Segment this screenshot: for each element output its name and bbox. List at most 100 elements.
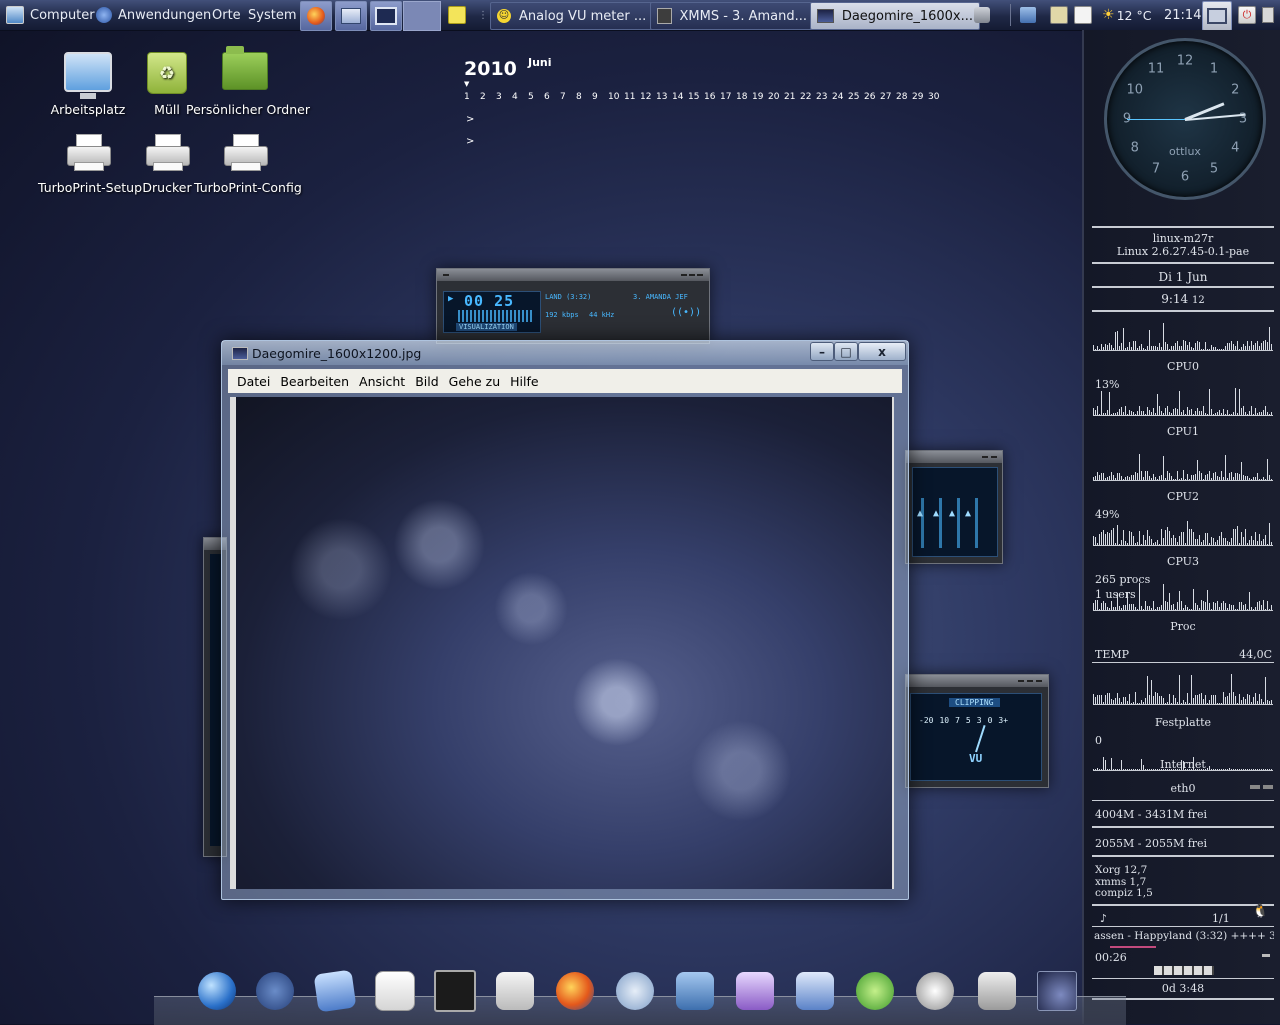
text-editor-icon (1074, 6, 1092, 24)
desktop-icon-arbeitsplatz[interactable]: Arbeitsplatz (50, 52, 126, 117)
dock-gimp[interactable] (914, 970, 956, 1012)
dock-media[interactable] (976, 970, 1018, 1012)
menu-orte[interactable]: Orte (212, 0, 241, 30)
graph-bar (1243, 697, 1244, 704)
image-canvas[interactable] (230, 397, 894, 889)
show-desktop-button[interactable] (370, 1, 402, 31)
close-button[interactable]: x (858, 342, 906, 361)
vu-meter-titlebar[interactable] (906, 675, 1048, 687)
graph-bar (1135, 472, 1136, 480)
graph-bar (1195, 474, 1196, 480)
graph-bar (1213, 695, 1214, 704)
xmms-equalizer-window[interactable]: ▲▲▲▲ (905, 450, 1003, 564)
desktop-icon-turboprint-setup[interactable]: TurboPrint-Setup (38, 134, 142, 195)
workspace-switcher[interactable] (403, 1, 441, 31)
menu-anwendungen[interactable]: Anwendungen (96, 0, 211, 30)
tray-editor-applet[interactable] (1074, 0, 1098, 30)
graph-bar (1223, 409, 1224, 415)
menu-hilfe[interactable]: Hilfe (510, 374, 538, 389)
xmms-window[interactable]: 00 25 ▶ VISUALIZATION LAND (3:32) 3. AMA… (436, 268, 710, 344)
xmms-titlebar[interactable] (437, 269, 709, 281)
graph-bar (1145, 414, 1146, 415)
dock-network[interactable] (674, 970, 716, 1012)
dock-music[interactable] (614, 970, 656, 1012)
graph-bar (1205, 475, 1206, 480)
graph-bar (1181, 601, 1182, 610)
task-image-viewer[interactable]: Daegomire_1600x... (810, 2, 980, 30)
menu-ansicht[interactable]: Ansicht (359, 374, 405, 389)
tray-extra-applet[interactable] (1262, 0, 1274, 30)
graph-bar (1159, 607, 1160, 610)
graph-bar (1251, 702, 1252, 704)
graph-bar (1137, 609, 1138, 610)
maximize-button[interactable]: □ (834, 342, 858, 361)
dock-presentation[interactable] (734, 970, 776, 1012)
dock-settings[interactable] (494, 970, 536, 1012)
dock-browser-globe[interactable] (196, 970, 238, 1012)
desktop-icon-drucker[interactable]: Drucker (140, 134, 194, 195)
weather-applet[interactable]: ☀ 12 °C (1102, 0, 1151, 30)
clock-number: 12 (1176, 53, 1194, 69)
dock-home[interactable] (254, 970, 296, 1012)
calendar-day: 8 (576, 92, 582, 102)
logout-icon: ⏻ (1238, 6, 1256, 24)
dock-chat[interactable] (854, 970, 896, 1012)
desktop-icon-persoenlicher-ordner[interactable]: Persönlicher Ordner (186, 46, 310, 117)
logout-applet[interactable]: ⏻ (1238, 0, 1262, 30)
dock-mail[interactable] (313, 969, 357, 1013)
top-process: Xorg 12,7 (1095, 864, 1148, 876)
firefox-launcher-button[interactable] (300, 1, 332, 31)
calendar-day: 13 (656, 92, 668, 102)
dock-firefox[interactable] (554, 970, 596, 1012)
graph-bar (1135, 692, 1136, 704)
show-desktop-right-button[interactable] (1202, 1, 1232, 31)
menu-bearbeiten[interactable]: Bearbeiten (280, 374, 349, 389)
graph-bar (1105, 534, 1106, 545)
net-toggle-icon[interactable] (1250, 785, 1260, 789)
graph-bar (1151, 539, 1152, 545)
menu-datei[interactable]: Datei (237, 374, 270, 389)
tray-kde-applet[interactable] (1020, 0, 1042, 30)
desktop-icon-turboprint-config[interactable]: TurboPrint-Config (194, 134, 302, 195)
file-manager-launcher-button[interactable] (335, 1, 367, 31)
volume-applet[interactable] (974, 0, 996, 30)
graph-bar (1197, 341, 1198, 350)
dock-image-viewer[interactable] (1036, 970, 1078, 1012)
dock-writer[interactable] (794, 970, 836, 1012)
desktop-icon-label: Arbeitsplatz (50, 102, 126, 117)
clock-number: 1 (1209, 61, 1219, 77)
vu-meter-window[interactable]: CLIPPING -20 10 7 5 3 0 3+ VU (905, 674, 1049, 788)
menu-bild[interactable]: Bild (415, 374, 438, 389)
graph-bar (1197, 460, 1198, 480)
calendar-day: 23 (816, 92, 828, 102)
graph-bar (1233, 529, 1234, 545)
clock-applet[interactable]: 21:14 (1164, 0, 1201, 30)
graph-bar (1129, 477, 1130, 480)
graph-bar (1239, 602, 1240, 610)
minimize-button[interactable]: – (810, 342, 834, 361)
task-xmms[interactable]: XMMS - 3. Amand... (650, 2, 814, 30)
hostname: linux-m27r (1152, 232, 1214, 245)
graph-bar (1199, 694, 1200, 704)
image-viewer-window[interactable]: Daegomire_1600x1200.jpg – □ x Datei Bear… (221, 340, 909, 900)
graph-bar (1123, 479, 1124, 480)
image-viewer-titlebar[interactable]: Daegomire_1600x1200.jpg (222, 341, 908, 365)
graph-bar (1101, 695, 1102, 704)
trash-icon: ♻ (147, 52, 187, 94)
task-vu-meter[interactable]: ☺ Analog VU meter ... (490, 2, 654, 30)
tray-monitor-applet[interactable] (1050, 0, 1074, 30)
dock-text-editor[interactable] (374, 970, 416, 1012)
equalizer-sliders[interactable]: ▲▲▲▲ (912, 467, 998, 557)
notes-applet[interactable] (448, 0, 472, 30)
player-controls[interactable] (1154, 966, 1214, 975)
graph-bar (1241, 347, 1242, 350)
net-toggle-icon[interactable] (1263, 785, 1273, 789)
graph-bar (1269, 327, 1270, 350)
equalizer-titlebar[interactable] (906, 451, 1002, 463)
menu-gehe-zu[interactable]: Gehe zu (449, 374, 500, 389)
dock-terminal[interactable] (434, 970, 476, 1012)
panel-separator-dots: ⋮ (478, 9, 488, 21)
menu-computer[interactable]: Computer (6, 0, 95, 30)
calendar-day: 5 (528, 92, 534, 102)
menu-system[interactable]: System (248, 0, 296, 30)
